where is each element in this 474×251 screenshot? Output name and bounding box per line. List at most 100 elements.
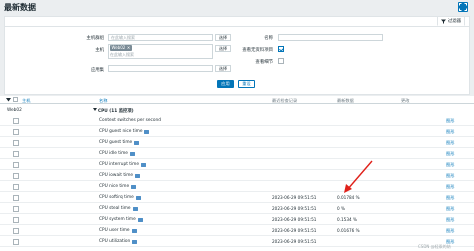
group-host: Web02 [7, 107, 22, 113]
item-flag-icon [131, 228, 137, 233]
host-group-input[interactable]: 在此输入搜索 [108, 34, 213, 41]
item-name-label: CPU idle time [99, 151, 128, 156]
last-check-time: 2023-06-29 09:51:51 [272, 228, 317, 233]
item-flag-icon [135, 173, 141, 178]
item-flag-icon [129, 151, 135, 156]
row-checkbox[interactable] [13, 172, 19, 179]
item-name-label: CPU utilization [99, 239, 131, 244]
select-all-checkbox[interactable] [13, 97, 18, 102]
filter-panel: 过滤器 [4, 16, 470, 95]
item-name[interactable]: CPU system time [99, 217, 143, 222]
table-row: CPU guest time 图形 [0, 137, 474, 148]
fullscreen-button[interactable] [458, 2, 468, 12]
row-checkbox[interactable] [13, 117, 19, 124]
show-no-data-label: 查看无资料项目 [242, 48, 273, 53]
row-checkbox[interactable] [13, 216, 19, 223]
graph-link[interactable]: 图形 [446, 206, 454, 212]
table-row: CPU steal time 2023-06-29 09:51:51 0 % 图形 [0, 203, 474, 214]
name-input[interactable] [278, 34, 383, 41]
item-name[interactable]: CPU nice time [99, 184, 137, 189]
last-value: 0 % [337, 206, 345, 211]
table-row: CPU guest nice time 图形 [0, 126, 474, 137]
graph-link[interactable]: 图形 [446, 151, 454, 157]
item-name-label: Context switches per second [99, 118, 161, 123]
filter-icon [440, 19, 446, 24]
item-name[interactable]: CPU utilization [99, 239, 138, 244]
application-input[interactable] [108, 65, 213, 72]
item-name[interactable]: CPU guest time [99, 140, 140, 145]
row-checkbox[interactable] [13, 205, 19, 212]
show-no-data-checkbox[interactable] [278, 46, 284, 52]
item-flag-icon [144, 129, 150, 134]
latest-data-table: 主机 名称 最近检查记录 最新数据 更改 Web02 CPU (11 监控项) … [0, 96, 474, 251]
item-name[interactable]: CPU guest nice time [99, 129, 150, 134]
item-name[interactable]: CPU iowait time [99, 173, 141, 178]
row-checkbox[interactable] [13, 150, 19, 157]
table-row: CPU iowait time 图形 [0, 170, 474, 181]
item-flag-icon [132, 206, 138, 211]
item-name[interactable]: Context switches per second [99, 118, 161, 123]
graph-link[interactable]: 图形 [446, 118, 454, 124]
collapse-all-icon[interactable] [6, 98, 11, 102]
table-row: CPU interrupt time 图形 [0, 159, 474, 170]
watermark: CSDN @轻乘的纳 [418, 244, 451, 249]
header-name[interactable]: 名称 [99, 98, 107, 104]
row-checkbox[interactable] [13, 161, 19, 168]
last-check-time: 2023-06-29 09:51:51 [272, 239, 317, 244]
filter-tab[interactable]: 过滤器 [436, 17, 465, 26]
item-flag-icon [135, 195, 141, 200]
row-checkbox[interactable] [13, 183, 19, 190]
item-name[interactable]: CPU user time [99, 228, 137, 233]
item-flag-icon [131, 184, 137, 189]
group-name: CPU (11 监控项) [98, 108, 134, 114]
apply-button[interactable]: 应用 [217, 80, 234, 88]
last-value: 0.1534 % [337, 217, 357, 222]
row-checkbox[interactable] [13, 128, 19, 135]
graph-link[interactable]: 图形 [446, 217, 454, 223]
graph-link[interactable]: 图形 [446, 195, 454, 201]
header-host[interactable]: 主机 [22, 98, 30, 104]
last-check-time: 2023-06-29 09:51:51 [272, 217, 317, 222]
row-checkbox[interactable] [13, 194, 19, 201]
item-flag-icon [132, 239, 138, 244]
item-name[interactable]: CPU steal time [99, 206, 138, 211]
last-check-time: 2023-06-29 09:51:51 [272, 195, 317, 200]
last-check-time: 2023-06-29 09:51:51 [272, 206, 317, 211]
item-name-label: CPU system time [99, 217, 136, 222]
application-select-button[interactable]: 选择 [215, 65, 231, 72]
annotation-arrow-icon [344, 160, 373, 193]
table-row: CPU idle time 图形 [0, 148, 474, 159]
graph-link[interactable]: 图形 [446, 184, 454, 190]
graph-link[interactable]: 图形 [446, 173, 454, 179]
reset-button[interactable]: 重设 [238, 80, 255, 88]
host-chip: Web02 ✕ [110, 45, 132, 51]
item-name-label: CPU guest time [99, 140, 133, 145]
item-name-label: CPU guest nice time [99, 129, 143, 134]
show-details-label: 查看细节 [255, 60, 273, 65]
item-name[interactable]: CPU idle time [99, 151, 135, 156]
graph-link[interactable]: 图形 [446, 129, 454, 135]
row-checkbox[interactable] [13, 139, 19, 146]
header-last-value: 最新数据 [337, 97, 354, 103]
filter-tab-label: 过滤器 [447, 19, 461, 24]
fullscreen-icon [459, 3, 467, 11]
row-checkbox[interactable] [13, 227, 19, 234]
expand-toggle-icon[interactable] [93, 108, 97, 111]
page-title: 最新数据 [4, 3, 36, 12]
graph-link[interactable]: 图形 [446, 228, 454, 234]
table-row: CPU utilization 2023-06-29 09:51:51 图形 [0, 236, 474, 247]
chip-remove-icon[interactable]: ✕ [127, 45, 130, 51]
item-name[interactable]: CPU softirq time [99, 195, 141, 200]
graph-link[interactable]: 图形 [446, 162, 454, 168]
table-header: 主机 名称 最近检查记录 最新数据 更改 [0, 96, 474, 104]
graph-link[interactable]: 图形 [446, 140, 454, 146]
item-name-label: CPU steal time [99, 206, 131, 211]
host-input[interactable]: 在此输入搜索 [108, 52, 213, 59]
item-name[interactable]: CPU interrupt time [99, 162, 147, 167]
page-header: 最新数据 [0, 0, 474, 14]
show-details-checkbox[interactable] [278, 58, 284, 64]
row-checkbox[interactable] [13, 238, 19, 245]
table-row: CPU user time 2023-06-29 09:51:51 0.01676 … [0, 225, 474, 236]
item-name-label: CPU interrupt time [99, 162, 140, 167]
item-name-label: CPU softirq time [99, 195, 134, 200]
